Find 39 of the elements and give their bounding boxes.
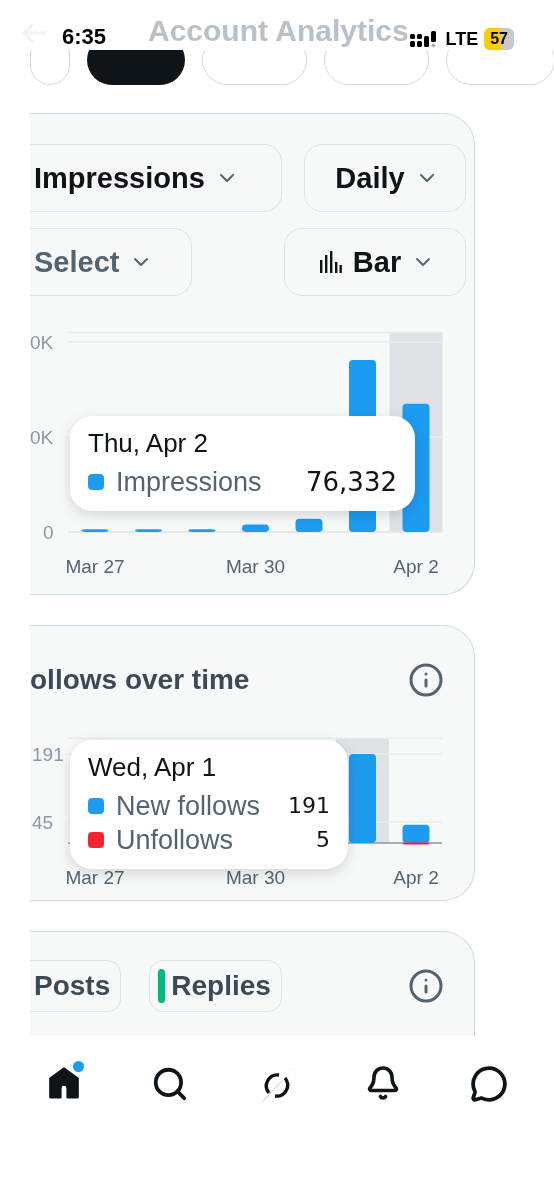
series-value: 76,332 (306, 466, 397, 499)
chart-dropdown[interactable]: Select (30, 228, 192, 296)
status-time: 6:35 (62, 24, 107, 50)
tooltip-date: Thu, Apr 2 (88, 428, 209, 459)
axis-label: Mar 27 (65, 867, 125, 888)
tooltip-date: Wed, Apr 1 (88, 752, 218, 783)
content-filter[interactable]: Replies (149, 960, 282, 1012)
axis-label: Mar 30 (225, 556, 286, 577)
axis-label: 0K (30, 427, 54, 448)
info-icon[interactable] (408, 662, 444, 698)
axis-label: 0 (43, 522, 54, 543)
metric-dropdown[interactable]: Daily (304, 144, 466, 212)
series-value: 5 (316, 826, 330, 854)
bar-chart-icon (318, 251, 343, 273)
info-icon[interactable] (408, 968, 444, 1004)
series-label: Unfollows (116, 824, 234, 857)
bar (295, 518, 323, 532)
card-title: ollows over time (30, 664, 250, 696)
filter-chip[interactable] (87, 50, 185, 85)
axis-label: 191 (32, 744, 64, 765)
series-label: New follows (116, 790, 261, 823)
metric-dropdown[interactable]: Impressions (30, 144, 282, 212)
bar (135, 529, 162, 532)
axis-label: Apr 2 (393, 867, 439, 888)
axis-label: 45 (32, 812, 54, 834)
axis-label: Mar 30 (225, 867, 286, 888)
axis-label: Mar 27 (65, 556, 125, 577)
bar (188, 529, 216, 532)
network-label: LTE (445, 28, 479, 50)
series-label: Impressions (116, 466, 262, 499)
axis-label: 0K (30, 332, 54, 353)
chart-dropdown[interactable]: Bar (284, 228, 466, 296)
content-filter[interactable]: Posts (30, 960, 122, 1012)
bar (242, 524, 269, 532)
bar (81, 529, 109, 532)
page-title: Account Analytics (148, 14, 409, 48)
axis-label: Apr 2 (393, 556, 439, 577)
series-value: 191 (288, 792, 330, 820)
chat-bubble-icon[interactable] (469, 1065, 508, 1103)
